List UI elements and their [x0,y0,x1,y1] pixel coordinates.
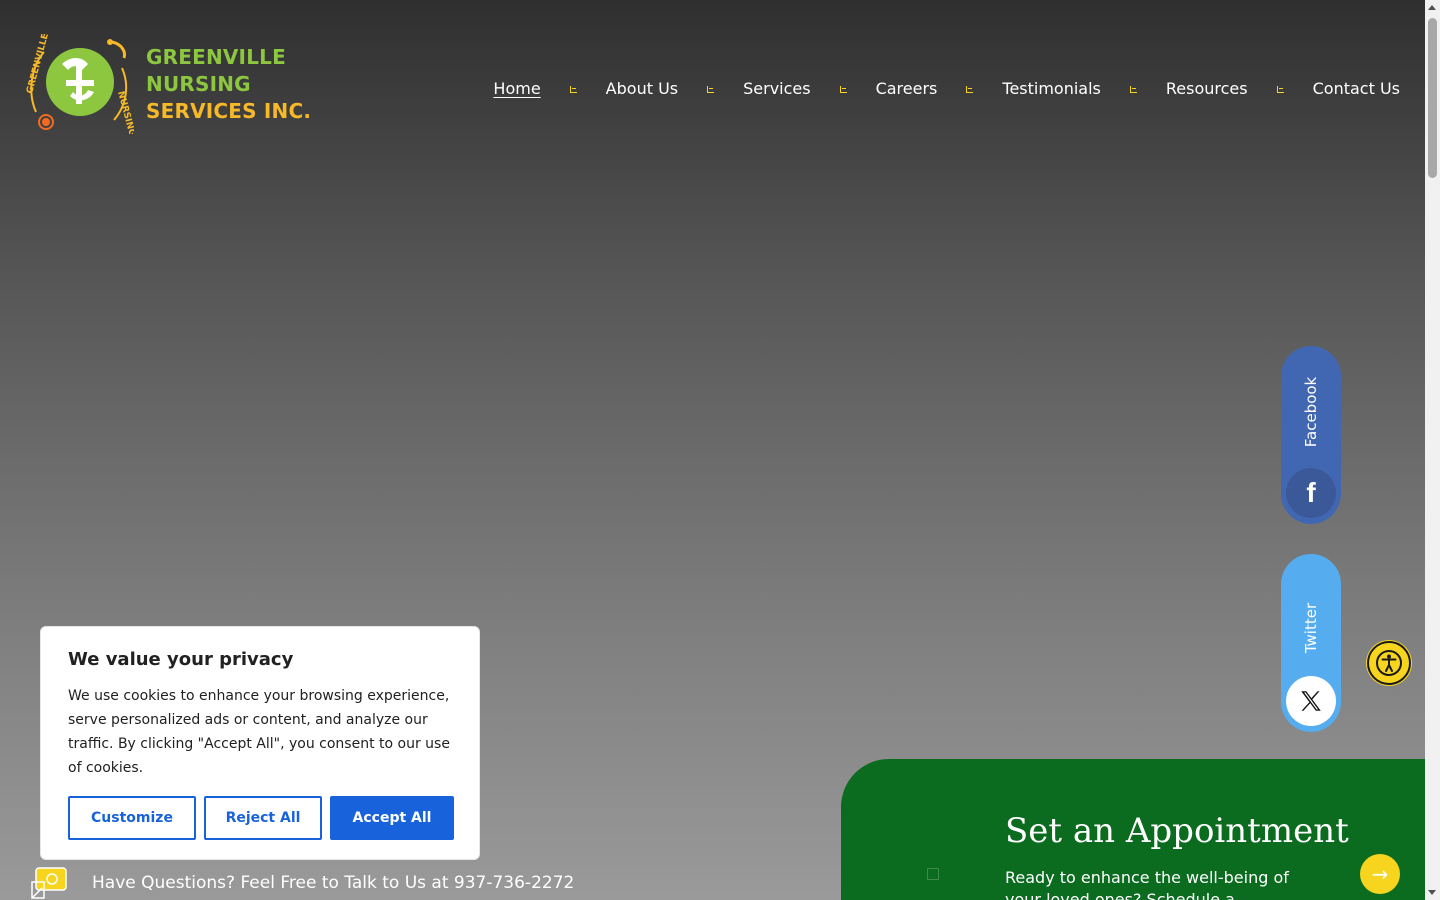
twitter-tab[interactable]: Twitter [1281,554,1341,732]
cookie-actions: Customize Reject All Accept All [68,796,454,840]
appointment-placeholder-icon [927,868,939,880]
brand-name-line2: SERVICES INC. [146,98,312,123]
appointment-card: Set an Appointment Ready to enhance the … [841,759,1425,900]
facebook-label: Facebook [1302,376,1320,448]
accept-all-button[interactable]: Accept All [330,796,454,840]
accessibility-icon [1376,650,1402,676]
contact-callout-text[interactable]: Have Questions? Feel Free to Talk to Us … [92,873,574,893]
nav-separator-icon [839,85,847,93]
cookie-text: We use cookies to enhance your browsing … [68,688,450,776]
x-icon[interactable] [1286,676,1336,726]
facebook-tab[interactable]: Facebook f [1281,346,1341,524]
site-logo[interactable]: GREENVILLE NURSING GREENVILLE NURSING SE… [22,34,392,134]
nav-separator-icon [707,85,715,93]
nav-item-careers[interactable]: Careers [876,79,938,98]
cookie-consent-banner: We value your privacy We use cookies to … [40,626,480,860]
accessibility-button[interactable] [1367,641,1411,685]
brand-name: GREENVILLE NURSING SERVICES INC. [146,44,392,125]
appointment-title: Set an Appointment [1005,811,1349,851]
x-logo-icon [1301,691,1321,711]
phone-chat-icon [31,867,67,899]
nav-item-home[interactable]: Home [493,79,540,98]
logo-emblem-icon: GREENVILLE NURSING [25,34,134,134]
brand-name-line1: GREENVILLE NURSING [146,44,286,96]
arrow-right-icon: → [1371,862,1389,886]
nav-separator-icon [569,85,577,93]
scroll-up-icon[interactable] [1428,5,1436,10]
nav-item-testimonials[interactable]: Testimonials [1002,79,1101,98]
scroll-thumb[interactable] [1428,18,1437,178]
page: GREENVILLE NURSING GREENVILLE NURSING SE… [0,0,1425,900]
customize-button[interactable]: Customize [68,796,196,840]
facebook-icon[interactable]: f [1286,468,1336,518]
nav-separator-icon [1276,85,1284,93]
appointment-arrow-button[interactable]: → [1360,854,1400,894]
nav-item-about-us[interactable]: About Us [606,79,678,98]
twitter-label: Twitter [1302,602,1320,654]
cookie-title: We value your privacy [68,649,294,670]
nav-separator-icon [966,85,974,93]
nav-item-services[interactable]: Services [743,79,810,98]
page-scrollbar[interactable] [1425,0,1440,900]
svg-text:NURSING: NURSING [115,90,134,134]
nav-separator-icon [1129,85,1137,93]
nav-item-resources[interactable]: Resources [1166,79,1248,98]
appointment-text: Ready to enhance the well-being of your … [1005,868,1289,900]
main-nav: Home About Us Services Careers Testimoni… [493,76,1400,100]
reject-all-button[interactable]: Reject All [204,796,322,840]
scroll-down-icon[interactable] [1428,890,1436,895]
contact-callout: Have Questions? Feel Free to Talk to Us … [30,866,574,900]
nav-item-contact-us[interactable]: Contact Us [1313,79,1400,98]
